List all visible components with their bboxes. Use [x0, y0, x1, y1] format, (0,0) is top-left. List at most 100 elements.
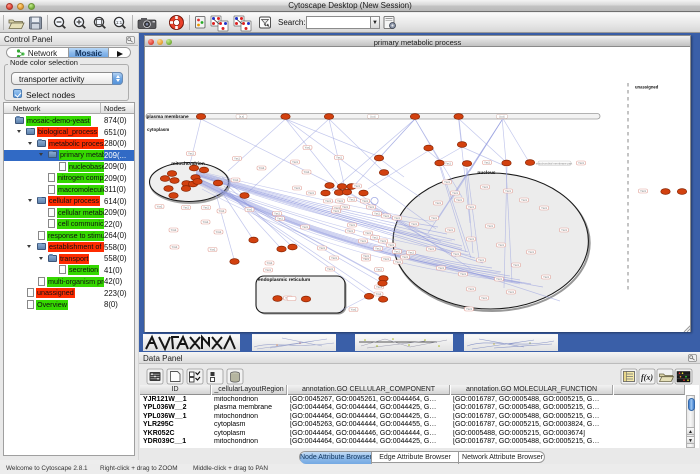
svg-text:Yxx1: Yxx1	[496, 277, 502, 281]
svg-text:Yxx1: Yxx1	[402, 255, 408, 259]
svg-text:Yxx1: Yxx1	[411, 222, 417, 226]
svg-text:Yxx1: Yxx1	[460, 272, 466, 276]
svg-text:Yxx1: Yxx1	[484, 161, 490, 165]
svg-text:Yxx1: Yxx1	[172, 245, 178, 249]
svg-text:Yxx1: Yxx1	[349, 223, 355, 227]
svg-text:mitochondrion: mitochondrion	[171, 161, 205, 167]
svg-text:Yxx1: Yxx1	[267, 261, 273, 265]
svg-text:Yxx1: Yxx1	[561, 228, 567, 232]
svg-text:Yxx1: Yxx1	[376, 268, 382, 272]
svg-text:plasma membrane: plasma membrane	[147, 114, 189, 120]
svg-text:Yxx1: Yxx1	[203, 220, 209, 224]
svg-text:Yxx1: Yxx1	[157, 205, 163, 209]
svg-text:Yxx1: Yxx1	[368, 205, 374, 209]
svg-text:nucleus: nucleus	[477, 170, 495, 176]
svg-text:Yxx1: Yxx1	[233, 178, 239, 182]
svg-text:Yxx1: Yxx1	[234, 157, 240, 161]
svg-text:Yxx1: Yxx1	[294, 186, 300, 190]
svg-text:Yxx1: Yxx1	[365, 231, 371, 235]
svg-text:[x,x]: [x,x]	[500, 115, 505, 119]
svg-text:Yxx1: Yxx1	[305, 146, 311, 150]
svg-text:Yxx1: Yxx1	[354, 184, 360, 188]
svg-text:Yxx1: Yxx1	[331, 256, 337, 260]
svg-text:endoplasmic reticulum: endoplasmic reticulum	[258, 277, 310, 283]
svg-text:Yxx1: Yxx1	[428, 247, 434, 251]
svg-text:Yxx1: Yxx1	[487, 224, 493, 228]
svg-text:mitochondrial membrane part: mitochondrial membrane part	[536, 162, 573, 166]
svg-text:Yxx1: Yxx1	[640, 189, 646, 193]
svg-text:1:1: 1:1	[116, 20, 123, 25]
svg-text:Yxx1: Yxx1	[333, 209, 339, 213]
svg-text:Yxx1: Yxx1	[304, 170, 310, 174]
svg-text:[x,x]: [x,x]	[371, 115, 376, 119]
svg-text:Yxx1: Yxx1	[375, 247, 381, 251]
svg-text:Yxx1: Yxx1	[395, 260, 401, 264]
svg-text:Yxx1: Yxx1	[216, 230, 222, 234]
svg-text:Yxx1: Yxx1	[376, 292, 382, 296]
svg-text:Yxx1: Yxx1	[456, 198, 462, 202]
svg-text:[x,x]: [x,x]	[239, 115, 244, 119]
svg-text:Yxx1: Yxx1	[360, 239, 366, 243]
svg-text:Yxx1: Yxx1	[265, 268, 271, 272]
svg-text:Yxx1: Yxx1	[363, 254, 369, 258]
svg-text:Yxx1: Yxx1	[466, 307, 472, 311]
svg-text:Yxx1: Yxx1	[342, 205, 348, 209]
svg-text:Yxx1: Yxx1	[336, 156, 342, 160]
svg-text:Yxx1: Yxx1	[481, 296, 487, 300]
svg-text:Yxx1: Yxx1	[513, 263, 519, 267]
svg-text:Yxx1: Yxx1	[383, 257, 389, 261]
svg-text:Yxx1: Yxx1	[468, 287, 474, 291]
svg-text:Yxx1: Yxx1	[247, 208, 253, 212]
svg-text:Yxx1: Yxx1	[188, 152, 194, 156]
svg-text:Yxx1: Yxx1	[327, 267, 333, 271]
svg-text:Yxx1: Yxx1	[380, 239, 386, 243]
svg-text:Yxx1: Yxx1	[541, 206, 547, 210]
svg-text:Yxx1: Yxx1	[302, 225, 308, 229]
svg-text:Yxx1: Yxx1	[468, 205, 474, 209]
svg-text:Yxx1: Yxx1	[521, 198, 527, 202]
svg-text:Yxx1: Yxx1	[528, 250, 534, 254]
svg-text:Yxx1: Yxx1	[337, 199, 343, 203]
svg-text:Yxx1: Yxx1	[274, 212, 280, 216]
svg-text:Yxx1: Yxx1	[578, 161, 584, 165]
svg-text:Yxx1: Yxx1	[308, 191, 314, 195]
svg-text:Yxx1: Yxx1	[431, 216, 437, 220]
svg-text:Yxx1: Yxx1	[277, 217, 283, 221]
svg-text:Yxx1: Yxx1	[347, 229, 353, 233]
svg-text:Yxx1: Yxx1	[171, 228, 177, 232]
svg-text:Yxx1: Yxx1	[183, 206, 189, 210]
svg-text:Yxx1: Yxx1	[435, 201, 441, 205]
svg-text:Yxx1: Yxx1	[394, 250, 400, 254]
svg-text:Yxx1: Yxx1	[362, 199, 368, 203]
svg-text:Yxx1: Yxx1	[394, 216, 400, 220]
svg-text:Yxx1: Yxx1	[444, 180, 450, 184]
svg-text:Yxx1: Yxx1	[372, 236, 378, 240]
svg-text:Yxx1: Yxx1	[383, 214, 389, 218]
svg-text:Yxx1: Yxx1	[203, 206, 209, 210]
svg-text:Yxx1: Yxx1	[482, 185, 488, 189]
svg-text:Yxx1: Yxx1	[478, 258, 484, 262]
svg-text:Yxx1: Yxx1	[219, 209, 225, 213]
svg-text:unassigned: unassigned	[635, 85, 659, 90]
svg-text:Yxx1: Yxx1	[447, 228, 453, 232]
svg-text:Yxx1: Yxx1	[349, 198, 355, 202]
svg-text:Yxx1: Yxx1	[292, 160, 298, 164]
svg-text:Yxx1: Yxx1	[543, 275, 549, 279]
svg-text:Yxx1: Yxx1	[325, 199, 331, 203]
svg-text:Yxx1: Yxx1	[351, 308, 357, 312]
svg-text:Yxx1: Yxx1	[498, 243, 504, 247]
svg-text:Yxx1: Yxx1	[210, 248, 216, 252]
svg-text:Yxx1: Yxx1	[259, 166, 265, 170]
svg-text:Yxx1: Yxx1	[438, 266, 444, 270]
svg-text:Yxx1: Yxx1	[388, 243, 394, 247]
svg-text:Yxx1: Yxx1	[445, 162, 451, 166]
svg-text:cytoplasm: cytoplasm	[147, 127, 169, 132]
svg-text:Yxx1: Yxx1	[468, 237, 474, 241]
svg-text:Yxx1: Yxx1	[408, 251, 414, 255]
svg-text:f(x): f(x)	[641, 373, 653, 382]
svg-text:Yxx1: Yxx1	[319, 246, 325, 250]
svg-text:Yxx1: Yxx1	[505, 189, 511, 193]
svg-text:Yxx1: Yxx1	[453, 252, 459, 256]
svg-text:Yxx1: Yxx1	[374, 212, 380, 216]
svg-text:Yxx1: Yxx1	[452, 191, 458, 195]
